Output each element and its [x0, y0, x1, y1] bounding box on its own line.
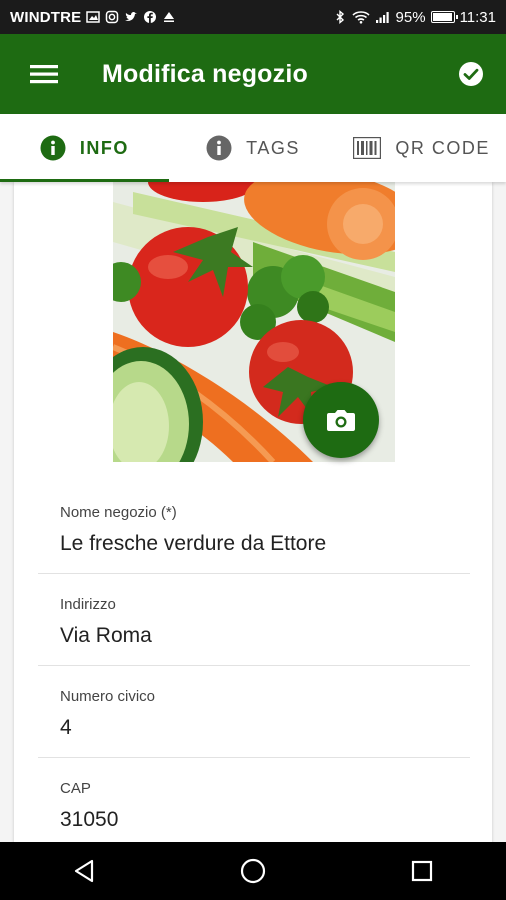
- instagram-notification-icon: [106, 10, 119, 24]
- recents-button[interactable]: [392, 846, 452, 896]
- info-circle-icon: [206, 135, 232, 161]
- bluetooth-icon: [336, 10, 344, 24]
- twitter-notification-icon: [125, 11, 138, 21]
- back-triangle-icon: [75, 859, 94, 883]
- page-title: Modifica negozio: [102, 59, 308, 88]
- shop-name-field[interactable]: Nome negozio (*) Le fresche verdure da E…: [38, 482, 470, 574]
- street-number-value[interactable]: 4: [60, 716, 72, 740]
- info-circle-icon: [40, 135, 66, 161]
- upload-notification-icon: [164, 12, 175, 22]
- clock: 11:31: [459, 8, 496, 26]
- save-button[interactable]: [446, 49, 496, 99]
- gallery-notification-icon: [86, 11, 101, 23]
- tab-qr-code-label: QR CODE: [395, 137, 490, 158]
- barcode-icon: [353, 137, 382, 159]
- recents-square-icon: [411, 860, 432, 882]
- home-button[interactable]: [223, 846, 283, 896]
- signal-icon: [375, 12, 389, 23]
- address-value[interactable]: Via Roma: [60, 624, 152, 648]
- carrier-name: WINDTRE: [10, 8, 82, 26]
- change-photo-button[interactable]: [303, 382, 379, 458]
- check-circle-icon: [459, 62, 483, 86]
- hamburger-menu-icon: [30, 65, 58, 84]
- tab-bar: INFO TAGS QR CODE: [0, 114, 506, 182]
- wifi-icon: [351, 11, 370, 24]
- postal-code-label: CAP: [60, 780, 91, 797]
- battery-icon: [430, 11, 458, 23]
- shop-name-label: Nome negozio (*): [60, 504, 177, 521]
- shop-name-value[interactable]: Le fresche verdure da Ettore: [60, 532, 326, 556]
- postal-code-value[interactable]: 31050: [60, 808, 118, 832]
- address-label: Indirizzo: [60, 596, 116, 613]
- facebook-notification-icon: [144, 11, 157, 23]
- tab-qr-code[interactable]: QR CODE: [337, 114, 506, 182]
- back-button[interactable]: [54, 846, 114, 896]
- tab-info-label: INFO: [79, 137, 129, 158]
- tab-tags[interactable]: TAGS: [169, 114, 338, 182]
- street-number-field[interactable]: Numero civico 4: [38, 666, 470, 758]
- shop-form-card: Nome negozio (*) Le fresche verdure da E…: [14, 182, 492, 842]
- address-field[interactable]: Indirizzo Via Roma: [38, 574, 470, 666]
- app-bar: Modifica negozio: [0, 34, 506, 114]
- street-number-label: Numero civico: [60, 688, 156, 705]
- camera-icon: [327, 410, 355, 431]
- form-scroll-area[interactable]: Nome negozio (*) Le fresche verdure da E…: [0, 182, 506, 842]
- system-nav-bar: [0, 842, 506, 900]
- menu-button[interactable]: [14, 44, 74, 104]
- status-bar: WINDTRE 95% 11:31: [0, 0, 506, 34]
- tab-tags-label: TAGS: [246, 137, 300, 158]
- home-circle-icon: [240, 858, 266, 884]
- battery-percent: 95%: [395, 8, 426, 26]
- postal-code-field[interactable]: CAP 31050: [38, 758, 470, 842]
- tab-info[interactable]: INFO: [0, 114, 169, 182]
